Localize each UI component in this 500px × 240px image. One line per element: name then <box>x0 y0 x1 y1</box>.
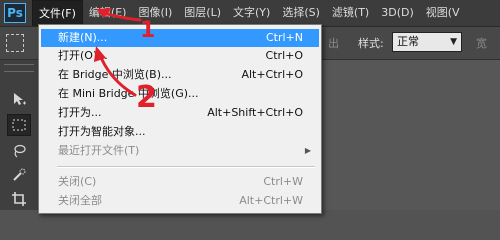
menu-item-browse-in-bridge[interactable]: 在 Bridge 中浏览(B)... Alt+Ctrl+O <box>41 66 319 84</box>
submenu-arrow-icon: ▶ <box>304 146 311 155</box>
menu-select[interactable]: 选择(S) <box>276 0 326 26</box>
move-tool-icon[interactable] <box>7 88 31 110</box>
style-label: 样式: <box>358 37 384 50</box>
crop-tool-icon[interactable] <box>7 188 31 210</box>
file-menu-dropdown: 新建(N)... Ctrl+N 打开(O)... Ctrl+O 在 Bridge… <box>38 24 322 214</box>
tools-panel <box>0 60 39 210</box>
menu-separator <box>57 166 315 168</box>
menu-item-close[interactable]: 关闭(C) Ctrl+W <box>41 173 319 191</box>
menu-item-new[interactable]: 新建(N)... Ctrl+N <box>41 29 319 47</box>
menu-item-shortcut: Ctrl+N <box>265 31 303 44</box>
tool-preset-picker[interactable] <box>6 34 24 52</box>
photoshop-logo: Ps <box>4 3 26 23</box>
menu-3d[interactable]: 3D(D) <box>375 0 420 26</box>
menu-item-label: 打开为... <box>58 106 102 119</box>
menu-layer[interactable]: 图层(L) <box>178 0 227 26</box>
quick-selection-tool-icon[interactable] <box>7 164 31 186</box>
lasso-tool-icon[interactable] <box>7 140 31 162</box>
menu-item-label: 关闭全部 <box>58 194 102 207</box>
menu-item-label: 在 Mini Bridge 中浏览(G)... <box>58 87 199 100</box>
menu-type[interactable]: 文字(Y) <box>227 0 276 26</box>
menu-item-label: 关闭(C) <box>58 175 97 188</box>
menu-item-label: 新建(N)... <box>58 31 108 44</box>
menu-item-open[interactable]: 打开(O)... Ctrl+O <box>41 47 319 65</box>
width-label: 宽 <box>476 37 487 50</box>
menu-edit[interactable]: 编辑(E) <box>83 0 133 26</box>
menu-item-browse-in-mini-bridge[interactable]: 在 Mini Bridge 中浏览(G)... <box>41 85 319 103</box>
menu-item-label: 打开(O)... <box>58 49 108 62</box>
panel-grip[interactable] <box>4 64 34 72</box>
menu-item-shortcut: Ctrl+W <box>263 175 303 188</box>
menu-item-shortcut: Alt+Ctrl+W <box>239 194 303 207</box>
menu-item-close-all[interactable]: 关闭全部 Alt+Ctrl+W <box>41 192 319 210</box>
marquee-tool-icon[interactable] <box>7 114 31 136</box>
menu-filter[interactable]: 滤镜(T) <box>326 0 375 26</box>
menu-item-shortcut: Alt+Ctrl+O <box>241 68 303 81</box>
menu-item-open-as-smart-object[interactable]: 打开为智能对象... <box>41 123 319 141</box>
menubar: Ps 文件(F) 编辑(E) 图像(I) 图层(L) 文字(Y) 选择(S) 滤… <box>0 0 500 27</box>
chevron-down-icon: ▼ <box>450 37 457 47</box>
menu-item-open-recent[interactable]: 最近打开文件(T) ▶ <box>41 142 319 160</box>
menu-file[interactable]: 文件(F) <box>32 0 83 26</box>
menu-item-label: 最近打开文件(T) <box>58 144 140 157</box>
annotation-step-2: 2 <box>136 80 157 115</box>
refine-edge-label: 出 <box>328 37 339 50</box>
menu-item-shortcut: Alt+Shift+Ctrl+O <box>207 106 303 119</box>
annotation-step-1: 1 <box>140 18 156 43</box>
menu-item-shortcut: Ctrl+O <box>265 49 303 62</box>
menu-view[interactable]: 视图(V <box>420 0 466 26</box>
style-select[interactable]: 正常 ▼ <box>392 32 462 52</box>
menu-item-label: 打开为智能对象... <box>58 125 146 138</box>
style-select-value: 正常 <box>397 35 419 48</box>
menu-item-open-as[interactable]: 打开为... Alt+Shift+Ctrl+O <box>41 104 319 122</box>
